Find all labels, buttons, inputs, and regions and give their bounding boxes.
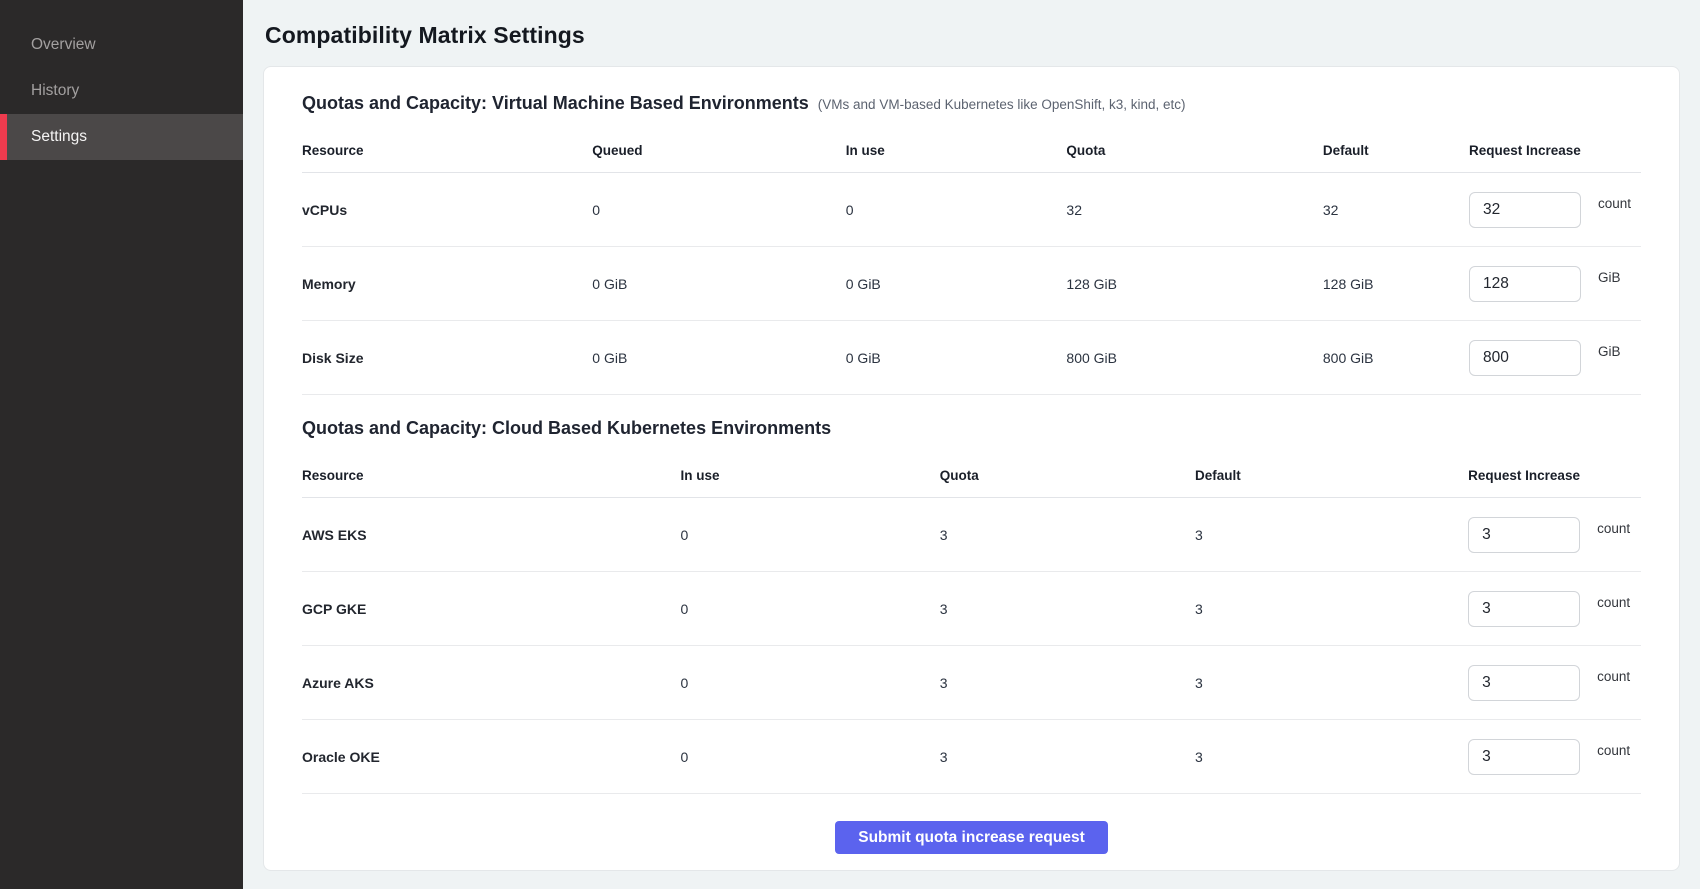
settings-card: Quotas and Capacity: Virtual Machine Bas… [263,66,1680,871]
azure-aks-request-input[interactable] [1468,665,1580,701]
default-value: 3 [1195,675,1468,691]
column-header-default: Default [1323,143,1469,158]
quota-value: 128 GiB [1066,276,1322,292]
column-header-quota: Quota [1066,143,1322,158]
aws-eks-request-input[interactable] [1468,517,1580,553]
in-use-value: 0 [680,749,939,765]
vm-table-header: Resource Queued In use Quota Default Req… [302,128,1641,173]
request-increase-cell: GiB [1469,266,1641,302]
column-header-quota: Quota [940,468,1195,483]
request-increase-cell: count [1468,739,1641,775]
vcpus-request-input[interactable] [1469,192,1581,228]
in-use-value: 0 GiB [846,276,1067,292]
table-row: AWS EKS 0 3 3 count [302,498,1641,572]
column-header-resource: Resource [302,468,680,483]
page-title: Compatibility Matrix Settings [265,22,1680,49]
unit-label: count [1597,669,1630,684]
in-use-value: 0 [680,675,939,691]
request-increase-cell: count [1469,192,1641,228]
quota-value: 3 [940,601,1195,617]
request-increase-cell: count [1468,665,1641,701]
column-header-queued: Queued [592,143,845,158]
table-row: Azure AKS 0 3 3 count [302,646,1641,720]
in-use-value: 0 [680,527,939,543]
memory-request-input[interactable] [1469,266,1581,302]
column-header-request-increase: Request Increase [1468,468,1641,483]
sidebar-item-overview[interactable]: Overview [0,22,243,68]
resource-name: Azure AKS [302,675,680,691]
unit-label: GiB [1598,344,1621,359]
column-header-in-use: In use [846,143,1067,158]
vm-section-header: Quotas and Capacity: Virtual Machine Bas… [302,93,1641,114]
column-header-in-use: In use [680,468,939,483]
resource-name: GCP GKE [302,601,680,617]
oracle-oke-request-input[interactable] [1468,739,1580,775]
k8s-section-title: Quotas and Capacity: Cloud Based Kuberne… [302,418,831,439]
gcp-gke-request-input[interactable] [1468,591,1580,627]
sidebar-item-settings[interactable]: Settings [0,114,243,160]
default-value: 3 [1195,601,1468,617]
request-increase-cell: count [1468,517,1641,553]
disk-size-request-input[interactable] [1469,340,1581,376]
unit-label: GiB [1598,270,1621,285]
resource-name: Oracle OKE [302,749,680,765]
queued-value: 0 [592,202,845,218]
queued-value: 0 GiB [592,350,845,366]
k8s-section-header: Quotas and Capacity: Cloud Based Kuberne… [302,418,1641,439]
k8s-table-header: Resource In use Quota Default Request In… [302,453,1641,498]
table-row: GCP GKE 0 3 3 count [302,572,1641,646]
unit-label: count [1597,595,1630,610]
column-header-request-increase: Request Increase [1469,143,1641,158]
sidebar-item-history[interactable]: History [0,68,243,114]
table-row: Oracle OKE 0 3 3 count [302,720,1641,794]
quota-value: 3 [940,527,1195,543]
vm-section-subtitle: (VMs and VM-based Kubernetes like OpenSh… [818,97,1186,112]
unit-label: count [1597,521,1630,536]
quota-value: 800 GiB [1066,350,1322,366]
in-use-value: 0 [846,202,1067,218]
submit-button-row: Submit quota increase request [302,821,1641,854]
table-row: vCPUs 0 0 32 32 count [302,173,1641,247]
default-value: 32 [1323,202,1469,218]
default-value: 3 [1195,527,1468,543]
resource-name: vCPUs [302,202,592,218]
default-value: 800 GiB [1323,350,1469,366]
request-increase-cell: count [1468,591,1641,627]
vm-section-title: Quotas and Capacity: Virtual Machine Bas… [302,93,809,114]
quota-value: 3 [940,749,1195,765]
column-header-resource: Resource [302,143,592,158]
in-use-value: 0 [680,601,939,617]
unit-label: count [1597,743,1630,758]
column-header-default: Default [1195,468,1468,483]
main-content: Compatibility Matrix Settings Quotas and… [243,0,1700,889]
quota-value: 3 [940,675,1195,691]
unit-label: count [1598,196,1631,211]
submit-quota-increase-button[interactable]: Submit quota increase request [835,821,1108,854]
request-increase-cell: GiB [1469,340,1641,376]
table-row: Memory 0 GiB 0 GiB 128 GiB 128 GiB GiB [302,247,1641,321]
default-value: 3 [1195,749,1468,765]
quota-value: 32 [1066,202,1322,218]
table-row: Disk Size 0 GiB 0 GiB 800 GiB 800 GiB Gi… [302,321,1641,395]
resource-name: Memory [302,276,592,292]
queued-value: 0 GiB [592,276,845,292]
in-use-value: 0 GiB [846,350,1067,366]
resource-name: Disk Size [302,350,592,366]
resource-name: AWS EKS [302,527,680,543]
default-value: 128 GiB [1323,276,1469,292]
sidebar: Overview History Settings [0,0,243,889]
